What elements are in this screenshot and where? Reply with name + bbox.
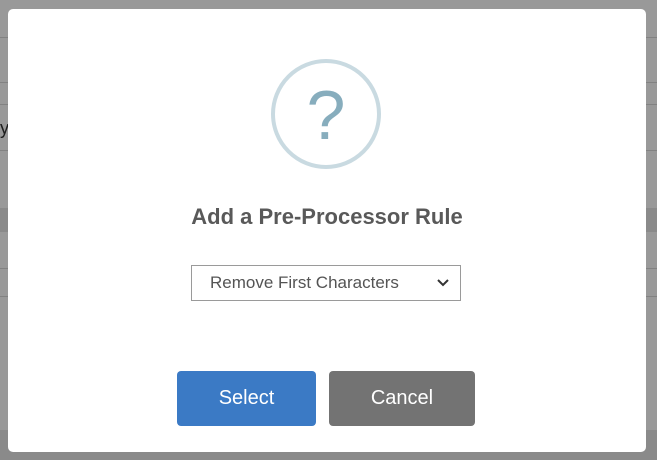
question-mark-icon: ? bbox=[271, 59, 381, 169]
question-mark-glyph: ? bbox=[306, 76, 346, 154]
chevron-down-icon bbox=[437, 279, 449, 287]
cancel-button[interactable]: Cancel bbox=[329, 371, 475, 426]
rule-type-selected-value: Remove First Characters bbox=[210, 273, 399, 292]
select-button[interactable]: Select bbox=[177, 371, 316, 426]
dialog-title: Add a Pre-Processor Rule bbox=[191, 204, 463, 229]
pre-processor-rule-dialog: ? Add a Pre-Processor Rule Remove First … bbox=[8, 9, 646, 452]
rule-type-select[interactable]: Remove First Characters bbox=[191, 265, 461, 301]
